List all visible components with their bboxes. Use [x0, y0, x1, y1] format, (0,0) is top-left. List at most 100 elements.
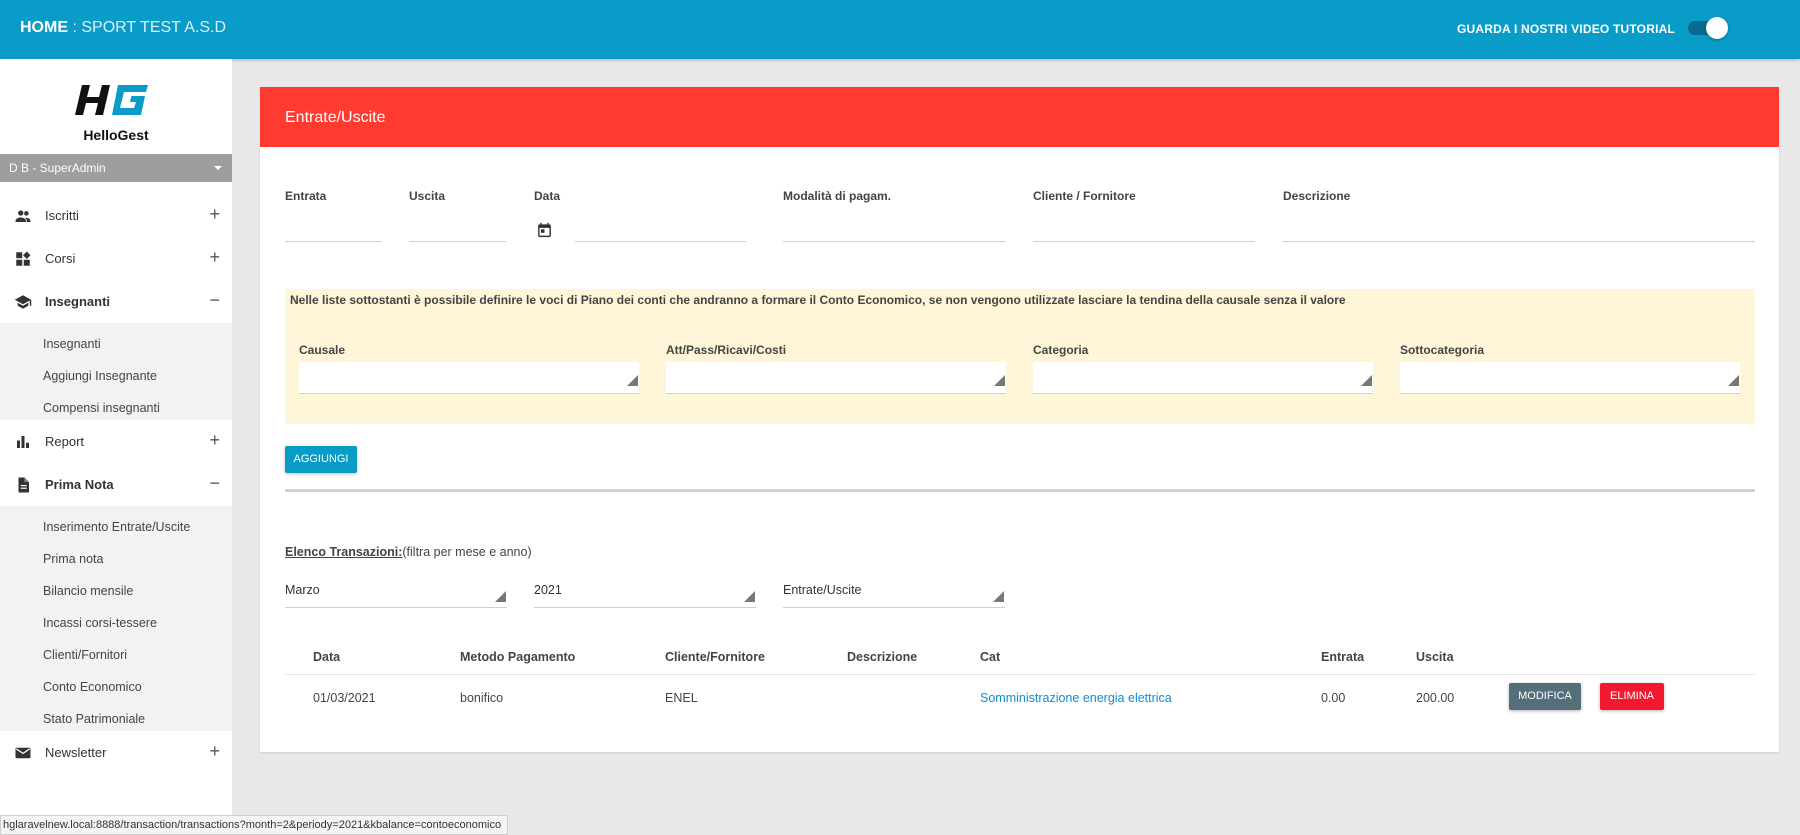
descrizione-label: Descrizione	[1283, 189, 1351, 203]
divider	[285, 489, 1755, 492]
column-header-cat: Cat	[980, 650, 1001, 664]
data-input[interactable]	[575, 241, 746, 242]
entrata-input[interactable]	[285, 241, 382, 242]
sottocategoria-select[interactable]	[1400, 362, 1740, 394]
att-pass-select[interactable]	[666, 362, 1006, 394]
calendar-icon[interactable]	[536, 221, 553, 239]
submenu-insegnanti: Insegnanti Aggiungi Insegnante Compensi …	[0, 323, 232, 420]
sidebar-item-corsi[interactable]: Corsi +	[0, 237, 232, 280]
logo[interactable]: HelloGest	[0, 59, 232, 154]
causale-select[interactable]	[299, 362, 639, 394]
toggle-knob	[1706, 17, 1728, 39]
categoria-select[interactable]	[1033, 362, 1373, 394]
list-title: Elenco Transazioni:	[285, 545, 403, 559]
breadcrumb-separator: :	[68, 19, 82, 36]
sidebar-item-insegnanti[interactable]: Insegnanti −	[0, 280, 232, 323]
modalita-input[interactable]	[783, 241, 1005, 242]
submenu-item[interactable]: Aggiungi Insegnante	[43, 369, 157, 383]
submenu-item[interactable]: Bilancio mensile	[43, 584, 133, 598]
cliente-fornitore-label: Cliente / Fornitore	[1033, 189, 1136, 203]
uscita-input[interactable]	[409, 241, 506, 242]
top-bar: HOME : SPORT TEST A.S.D GUARDA I NOSTRI …	[0, 0, 1800, 59]
sidebar-item-prima-nota[interactable]: Prima Nota −	[0, 463, 232, 506]
year-filter[interactable]: 2021	[534, 580, 756, 608]
sottocategoria-label: Sottocategoria	[1400, 343, 1485, 357]
video-tutorial-link[interactable]: GUARDA I NOSTRI VIDEO TUTORIAL	[1457, 22, 1675, 36]
table-header-divider	[285, 674, 1755, 675]
cell-entrata: 0.00	[1321, 691, 1346, 705]
submenu-item[interactable]: Insegnanti	[43, 337, 101, 351]
school-icon	[14, 295, 32, 309]
cell-cat-link[interactable]: Somministrazione energia elettrica	[980, 691, 1172, 705]
dropdown-arrow-icon	[993, 591, 1004, 602]
submenu-item[interactable]: Inserimento Entrate/Uscite	[43, 520, 190, 534]
submenu-prima-nota: Inserimento Entrate/Uscite Prima nota Bi…	[0, 506, 232, 731]
plus-icon: +	[209, 430, 220, 450]
submenu-item[interactable]: Stato Patrimoniale	[43, 712, 145, 726]
dropdown-arrow-icon	[495, 591, 506, 602]
month-filter[interactable]: Marzo	[285, 580, 507, 608]
bar-chart-icon	[17, 436, 29, 448]
sidebar-item-label: Report	[45, 434, 85, 449]
dashboard-icon	[16, 251, 31, 266]
sidebar-item-label: Iscritti	[45, 208, 79, 223]
year-value: 2021	[534, 583, 562, 597]
user-menu[interactable]: D B - SuperAdmin	[0, 154, 232, 182]
data-label: Data	[534, 189, 561, 203]
sidebar-item-label: Corsi	[45, 251, 76, 266]
submenu-item[interactable]: Compensi insegnanti	[43, 401, 160, 415]
modalita-label: Modalità di pagam.	[783, 189, 892, 203]
tutorial-toggle[interactable]	[1688, 17, 1728, 39]
att-pass-label: Att/Pass/Ricavi/Costi	[666, 343, 787, 357]
column-header-uscita: Uscita	[1416, 650, 1454, 664]
column-header-entrata: Entrata	[1321, 650, 1365, 664]
cell-cliente: ENEL	[665, 691, 698, 705]
cell-data: 01/03/2021	[313, 691, 376, 705]
plus-icon: +	[209, 204, 220, 224]
caret-down-icon	[214, 166, 222, 170]
breadcrumb: HOME : SPORT TEST A.S.D	[20, 19, 226, 37]
organization-name: SPORT TEST A.S.D	[81, 19, 226, 36]
browser-status-url: hglaravelnew.local:8888/transaction/tran…	[0, 815, 509, 835]
month-value: Marzo	[285, 583, 320, 597]
cell-metodo: bonifico	[460, 691, 504, 705]
aggiungi-button[interactable]: AGGIUNGI	[285, 446, 357, 473]
descrizione-input[interactable]	[1283, 241, 1755, 242]
transaction-list-title: Elenco Transazioni:(filtra per mese e an…	[285, 545, 532, 559]
column-header-descrizione: Descrizione	[847, 650, 918, 664]
submenu-item[interactable]: Conto Economico	[43, 680, 142, 694]
card-title: Entrate/Uscite	[260, 87, 1779, 147]
elimina-button[interactable]: ELIMINA	[1600, 683, 1664, 710]
minus-icon: −	[209, 290, 220, 310]
plus-icon: +	[209, 741, 220, 761]
uscita-label: Uscita	[409, 189, 446, 203]
submenu-item[interactable]: Incassi corsi-tessere	[43, 616, 157, 630]
list-hint: (filtra per mese e anno)	[402, 545, 532, 559]
submenu-item[interactable]: Clienti/Fornitori	[43, 648, 127, 662]
sidebar-item-newsletter[interactable]: Newsletter +	[0, 731, 232, 774]
sidebar: HelloGest D B - SuperAdmin Iscritti + Co…	[0, 59, 232, 835]
plus-icon: +	[209, 247, 220, 267]
mail-icon	[15, 747, 31, 759]
column-header-data: Data	[313, 650, 341, 664]
sidebar-item-label: Insegnanti	[45, 294, 111, 309]
dropdown-arrow-icon	[994, 375, 1005, 386]
people-icon	[15, 210, 31, 222]
entrata-label: Entrata	[285, 189, 327, 203]
type-value: Entrate/Uscite	[783, 583, 862, 597]
dropdown-arrow-icon	[627, 375, 638, 386]
user-name: D B - SuperAdmin	[9, 161, 106, 175]
dropdown-arrow-icon	[1361, 375, 1372, 386]
column-header-metodo: Metodo Pagamento	[460, 650, 576, 664]
home-link[interactable]: HOME	[20, 19, 68, 36]
type-filter[interactable]: Entrate/Uscite	[783, 580, 1005, 608]
cliente-fornitore-input[interactable]	[1033, 241, 1255, 242]
hellogest-logo-icon	[75, 85, 148, 115]
minus-icon: −	[209, 473, 220, 493]
sidebar-item-report[interactable]: Report +	[0, 420, 232, 463]
sidebar-item-iscritti[interactable]: Iscritti +	[0, 194, 232, 237]
submenu-item[interactable]: Prima nota	[43, 552, 103, 566]
app-name: HelloGest	[83, 127, 149, 143]
modifica-button[interactable]: MODIFICA	[1509, 683, 1581, 710]
sidebar-item-label: Prima Nota	[45, 477, 114, 492]
